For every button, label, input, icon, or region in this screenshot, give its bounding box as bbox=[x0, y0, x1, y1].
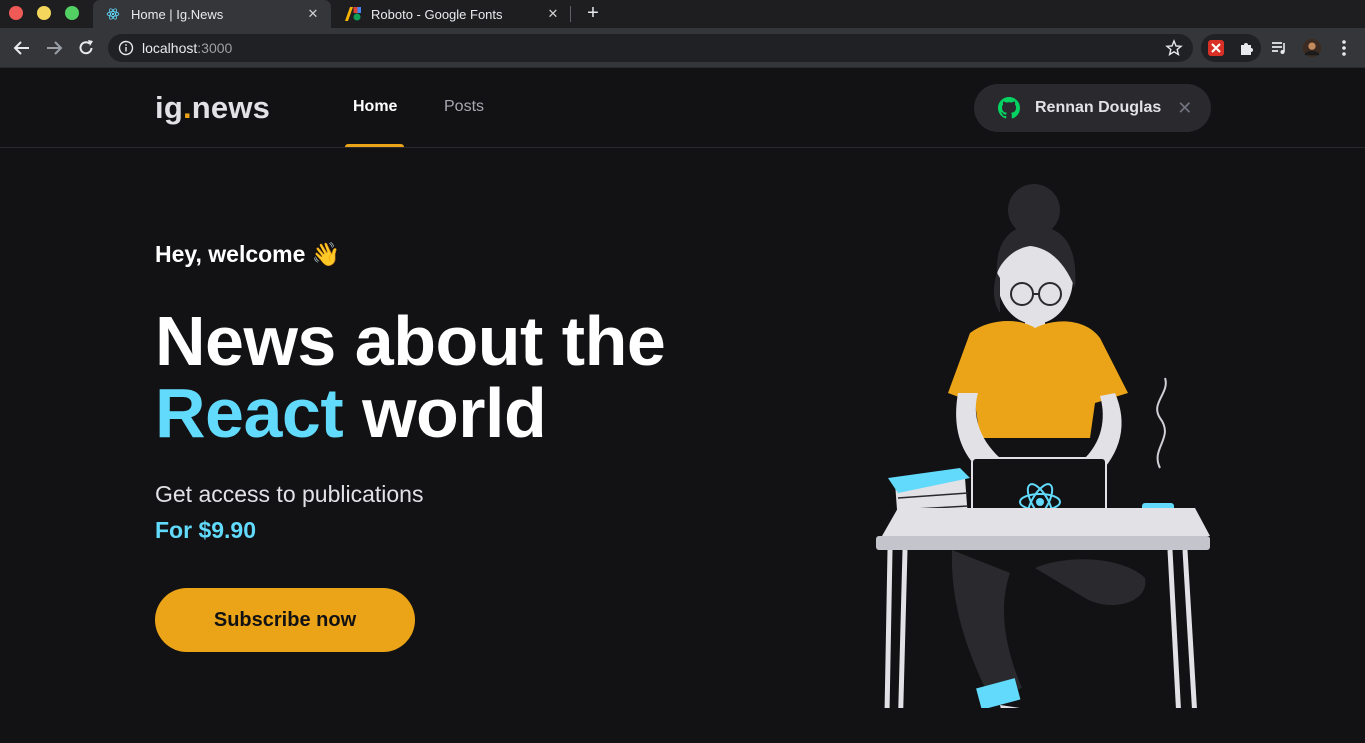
tab-roboto-google-fonts[interactable]: Roboto - Google Fonts ✕ bbox=[333, 0, 571, 28]
hero-title: News about the React world bbox=[155, 302, 666, 452]
page: ig.news Home Posts Rennan Douglas ✕ Hey,… bbox=[0, 68, 1365, 743]
new-tab-button[interactable]: + bbox=[582, 2, 604, 24]
tab-title: Roboto - Google Fonts bbox=[371, 6, 503, 22]
tab-close-icon[interactable]: ✕ bbox=[303, 6, 323, 22]
url-port: :3000 bbox=[197, 40, 233, 56]
window-minimize-button[interactable] bbox=[37, 6, 51, 20]
foot bbox=[1000, 705, 1020, 708]
desk-edge bbox=[876, 536, 1210, 550]
leg-left bbox=[951, 550, 1022, 698]
profile-avatar[interactable] bbox=[1302, 38, 1322, 58]
hero-subtitle: Get access to publications bbox=[155, 481, 424, 507]
logo-suffix: news bbox=[191, 90, 271, 125]
user-signin-button[interactable]: Rennan Douglas ✕ bbox=[974, 84, 1211, 132]
window-maximize-button[interactable] bbox=[65, 6, 79, 20]
hero-title-line1: News about the bbox=[155, 302, 666, 380]
github-icon bbox=[998, 97, 1020, 119]
avatar-illustration bbox=[876, 184, 1210, 708]
window-close-button[interactable] bbox=[9, 6, 23, 20]
browser-toolbar: localhost:3000 bbox=[0, 28, 1365, 68]
site-header: ig.news Home Posts Rennan Douglas ✕ bbox=[0, 68, 1365, 148]
url-text: localhost:3000 bbox=[142, 40, 232, 56]
user-name: Rennan Douglas bbox=[1035, 99, 1162, 116]
forward-arrow-icon[interactable] bbox=[42, 36, 66, 60]
tab-separator bbox=[570, 6, 571, 22]
kebab-menu-icon[interactable] bbox=[1334, 38, 1354, 58]
subscribe-button[interactable]: Subscribe now bbox=[155, 588, 415, 652]
hero-title-highlight: React bbox=[155, 374, 344, 452]
hero-welcome: Hey, welcome 👋 bbox=[155, 241, 341, 267]
hero-price: For $9.90 bbox=[155, 517, 256, 543]
leg-right bbox=[1035, 559, 1146, 606]
back-arrow-icon[interactable] bbox=[10, 36, 34, 60]
reload-icon[interactable] bbox=[74, 36, 98, 60]
nav-home-link[interactable]: Home bbox=[353, 98, 397, 116]
tab-close-icon[interactable]: ✕ bbox=[543, 6, 563, 22]
media-queue-icon[interactable] bbox=[1269, 38, 1289, 58]
nav-posts-link[interactable]: Posts bbox=[444, 98, 484, 116]
nav-active-indicator bbox=[345, 144, 404, 147]
hero-title-rest: world bbox=[343, 374, 547, 452]
desk-legs bbox=[884, 549, 1197, 708]
react-icon bbox=[105, 6, 121, 22]
site-logo[interactable]: ig.news bbox=[155, 90, 270, 126]
address-bar[interactable]: localhost:3000 bbox=[108, 34, 1193, 62]
url-host: localhost bbox=[142, 40, 198, 56]
hair-side bbox=[993, 273, 1000, 313]
browser-tab-bar: Home | Ig.News ✕ Roboto - Google Fonts ✕… bbox=[0, 0, 1365, 28]
google-fonts-icon bbox=[345, 6, 361, 22]
extension-red-icon[interactable] bbox=[1206, 38, 1226, 58]
logo-dot: . bbox=[182, 90, 192, 125]
site-info-icon[interactable] bbox=[118, 40, 134, 56]
bookmark-star-icon[interactable] bbox=[1165, 39, 1183, 57]
tab-title: Home | Ig.News bbox=[131, 6, 224, 22]
desk-top bbox=[882, 508, 1210, 536]
sign-out-close-icon[interactable]: ✕ bbox=[1177, 98, 1192, 119]
puzzle-extensions-icon[interactable] bbox=[1237, 38, 1257, 58]
steam-line bbox=[1156, 377, 1167, 469]
logo-text: ig bbox=[155, 90, 183, 125]
tab-home-ignews[interactable]: Home | Ig.News ✕ bbox=[93, 0, 331, 28]
